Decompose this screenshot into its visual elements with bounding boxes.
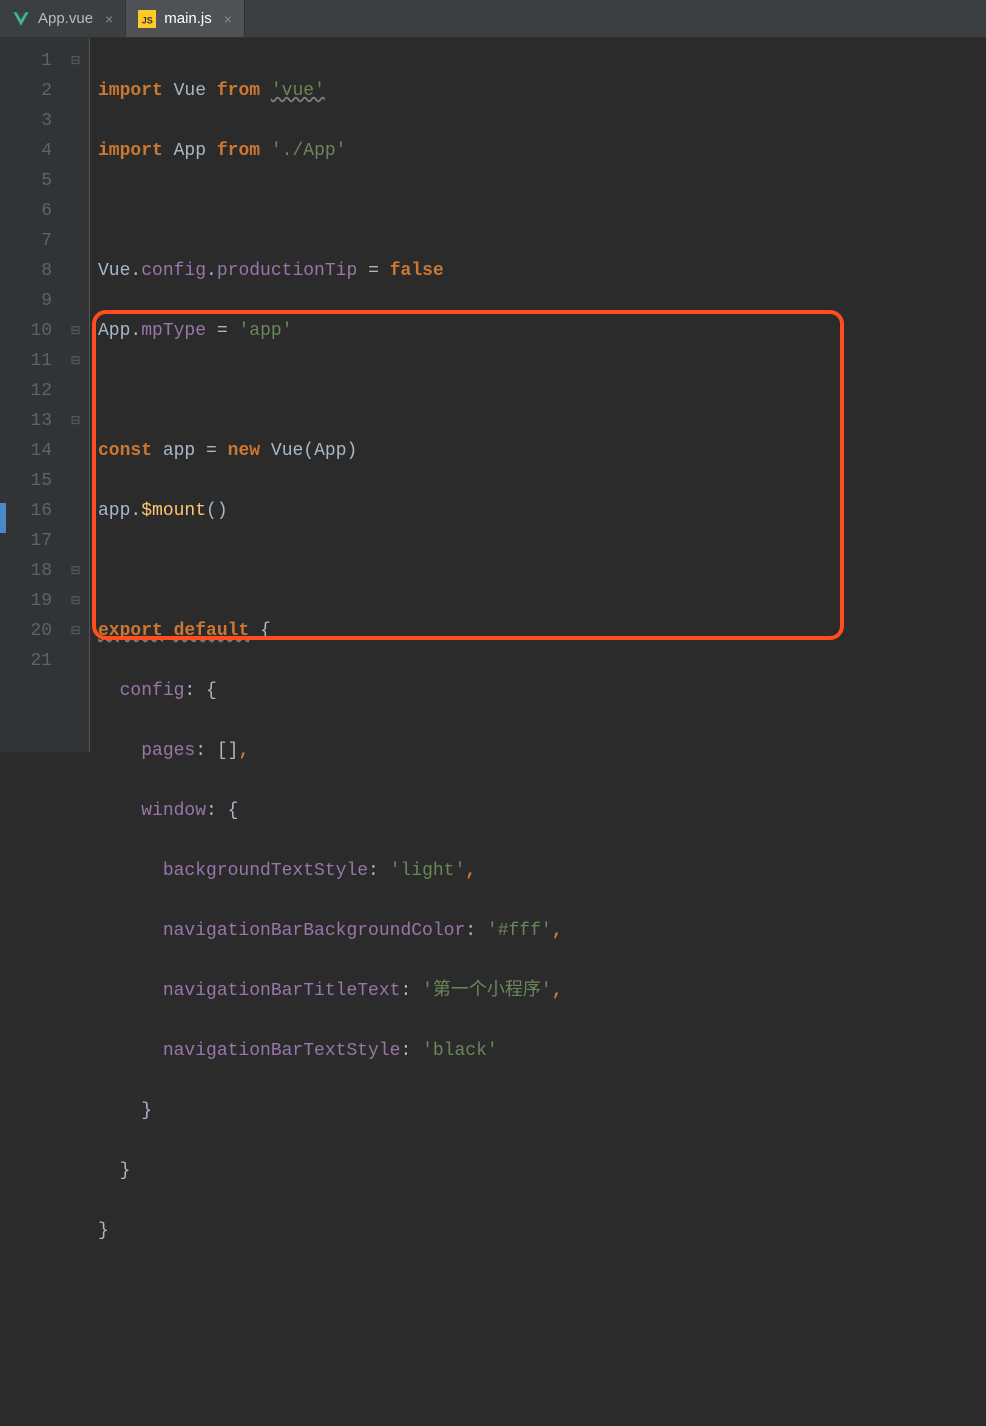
line-number: 5 — [0, 166, 52, 196]
vue-icon — [12, 10, 30, 28]
line-number: 7 — [0, 226, 52, 256]
line-number: 11 — [0, 346, 52, 376]
tab-app-vue[interactable]: App.vue × — [0, 0, 126, 37]
fold-icon[interactable]: ⊟ — [62, 346, 89, 376]
fold-icon[interactable]: ⊟ — [62, 586, 89, 616]
code-area[interactable]: import Vue from 'vue' import App from '.… — [90, 38, 986, 752]
tab-main-js[interactable]: JS main.js × — [126, 0, 245, 37]
line-number: 18 — [0, 556, 52, 586]
line-number: 19 — [0, 586, 52, 616]
line-number: 3 — [0, 106, 52, 136]
fold-icon[interactable]: ⊟ — [62, 316, 89, 346]
fold-icon[interactable]: ⊟ — [62, 46, 89, 76]
line-number-gutter[interactable]: 1 2 3 4 5 6 7 8 9 10 11 12 13 14 15 16 1… — [0, 38, 62, 752]
line-number: 21 — [0, 646, 52, 676]
fold-icon[interactable]: ⊟ — [62, 616, 89, 646]
line-number: 12 — [0, 376, 52, 406]
tab-bar: App.vue × JS main.js × — [0, 0, 986, 38]
svg-text:JS: JS — [142, 15, 153, 25]
fold-icon[interactable]: ⊟ — [62, 406, 89, 436]
tab-label: App.vue — [38, 10, 93, 27]
line-number: 17 — [0, 526, 52, 556]
line-number: 4 — [0, 136, 52, 166]
line-number: 16 — [0, 496, 52, 526]
line-number: 14 — [0, 436, 52, 466]
close-icon[interactable]: × — [220, 11, 232, 27]
tab-label: main.js — [164, 10, 212, 27]
line-number: 9 — [0, 286, 52, 316]
editor-area[interactable]: 1 2 3 4 5 6 7 8 9 10 11 12 13 14 15 16 1… — [0, 38, 986, 752]
close-icon[interactable]: × — [101, 11, 113, 27]
line-number: 6 — [0, 196, 52, 226]
fold-icon[interactable]: ⊟ — [62, 556, 89, 586]
line-number: 15 — [0, 466, 52, 496]
line-number: 10 — [0, 316, 52, 346]
caret-line-marker — [0, 503, 6, 533]
line-number: 1 — [0, 46, 52, 76]
js-icon: JS — [138, 10, 156, 28]
annotation-highlight-box — [92, 310, 844, 640]
line-number: 13 — [0, 406, 52, 436]
line-number: 20 — [0, 616, 52, 646]
fold-gutter[interactable]: ⊟ ⊟ ⊟ ⊟ ⊟ ⊟ ⊟ — [62, 38, 90, 752]
line-number: 2 — [0, 76, 52, 106]
line-number: 8 — [0, 256, 52, 286]
